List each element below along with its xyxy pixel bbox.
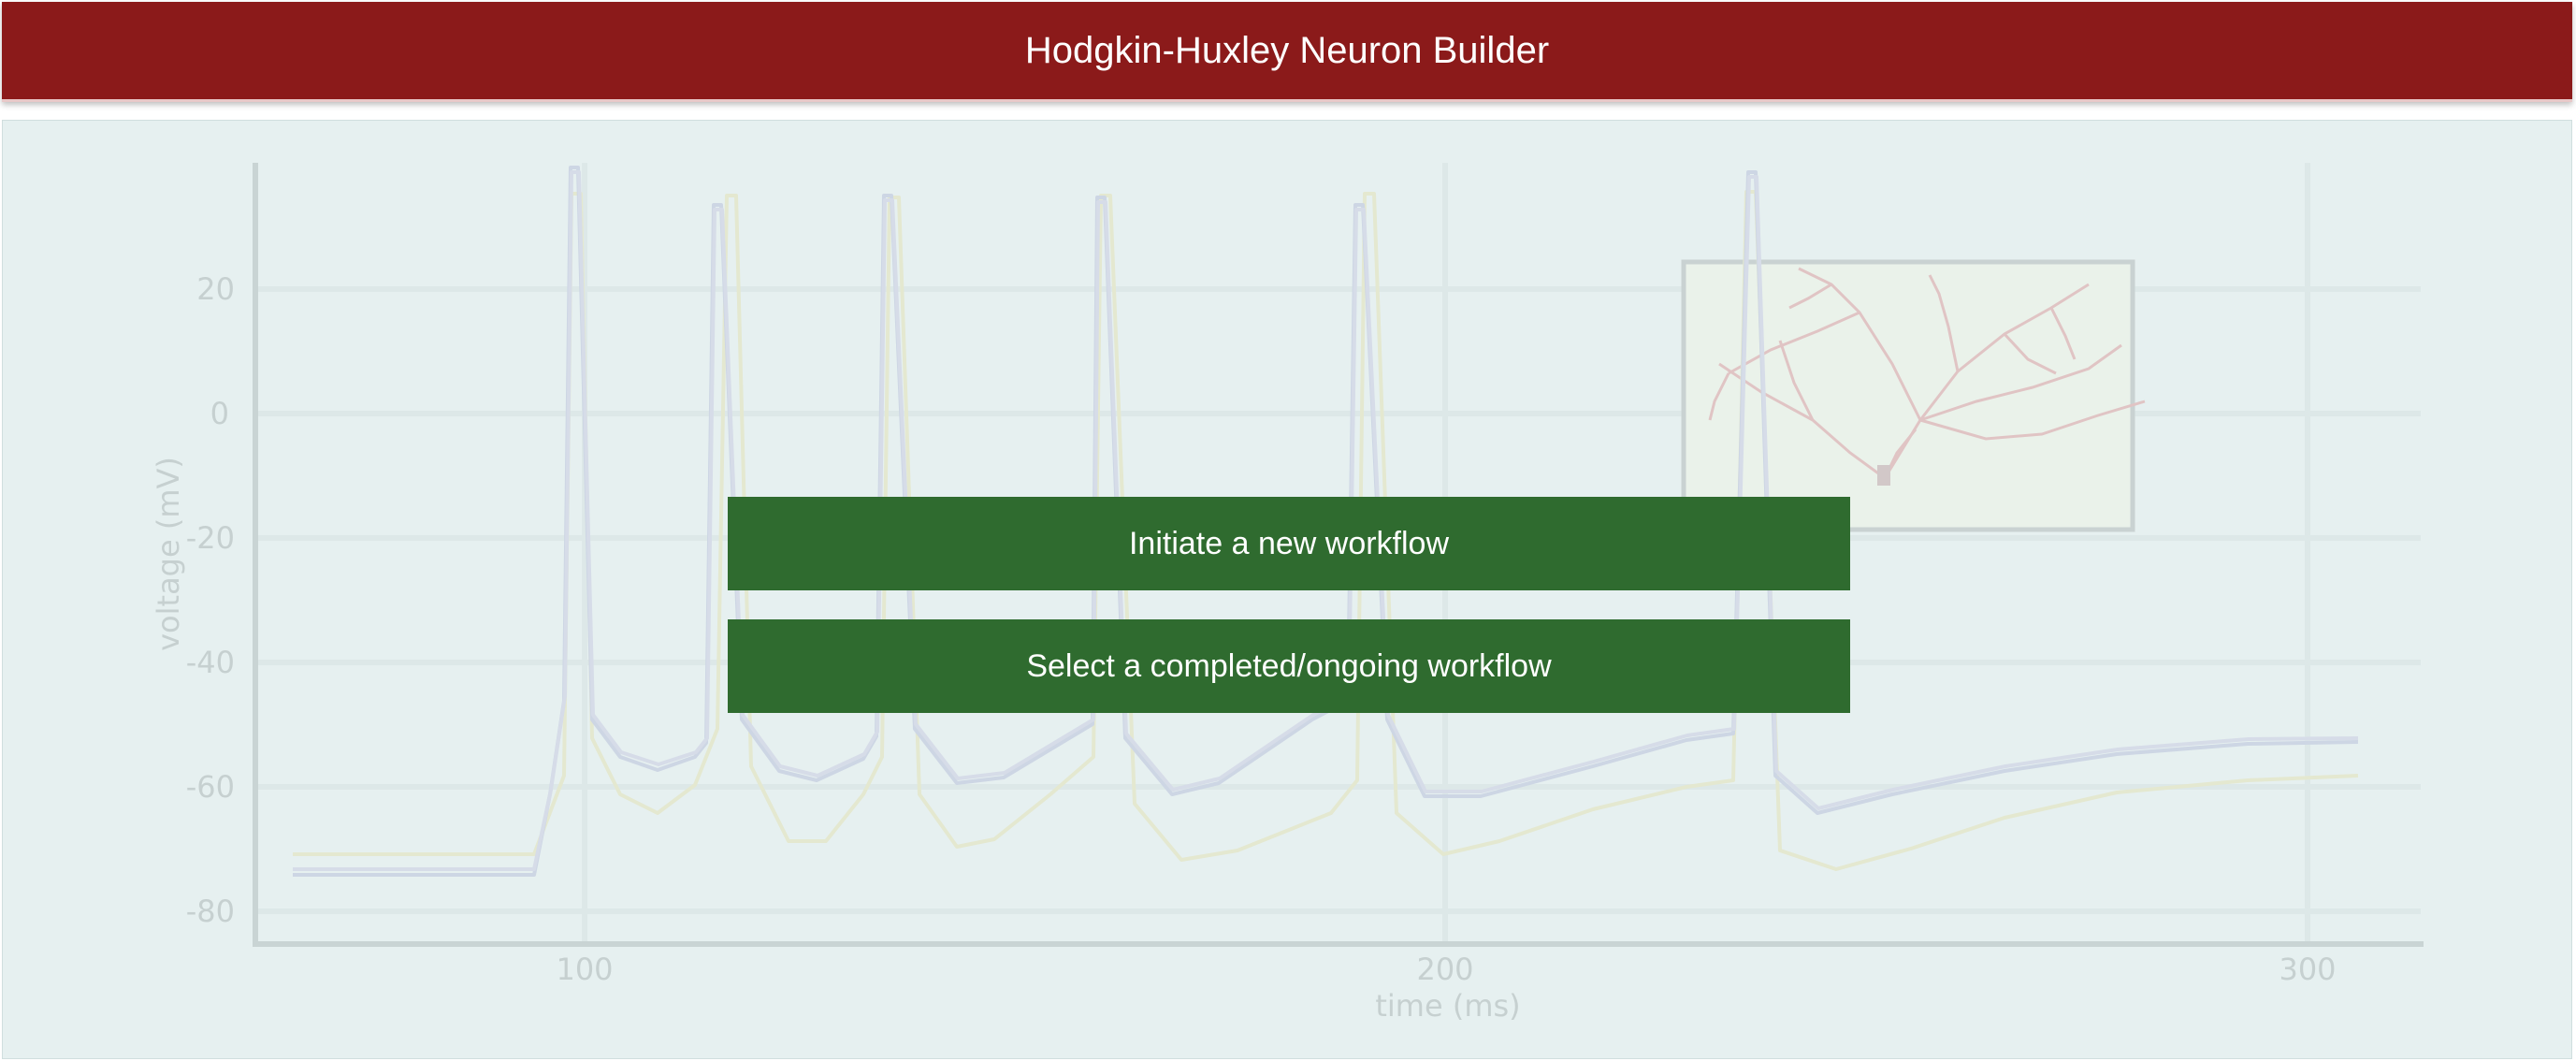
neuron-morphology-inset <box>1681 259 2146 532</box>
y-tick-label: -20 <box>186 520 235 556</box>
app-title: Hodgkin-Huxley Neuron Builder <box>1024 29 1550 71</box>
app-header: Hodgkin-Huxley Neuron Builder <box>2 2 2572 102</box>
y-tick-label: -80 <box>186 894 235 929</box>
select-workflow-button[interactable]: Select a completed/ongoing workflow <box>728 619 1850 713</box>
y-tick-label: -40 <box>186 645 235 680</box>
app-root: Hodgkin-Huxley Neuron Builder 20 0 -20 -… <box>0 0 2576 1061</box>
y-tick-label: -60 <box>186 769 235 805</box>
x-tick-label: 200 <box>1416 952 1473 987</box>
y-tick-label: 0 <box>210 396 229 431</box>
x-axis-label: time (ms) <box>1375 988 1520 1024</box>
x-tick-label: 100 <box>556 952 613 987</box>
initiate-new-workflow-button[interactable]: Initiate a new workflow <box>728 497 1850 590</box>
x-tick-label: 300 <box>2279 952 2336 987</box>
main-panel: 20 0 -20 -40 -60 -80 100 200 300 time (m… <box>2 120 2572 1059</box>
y-tick-label: 20 <box>196 271 235 307</box>
y-axis-label: voltage (mV) <box>151 457 186 651</box>
